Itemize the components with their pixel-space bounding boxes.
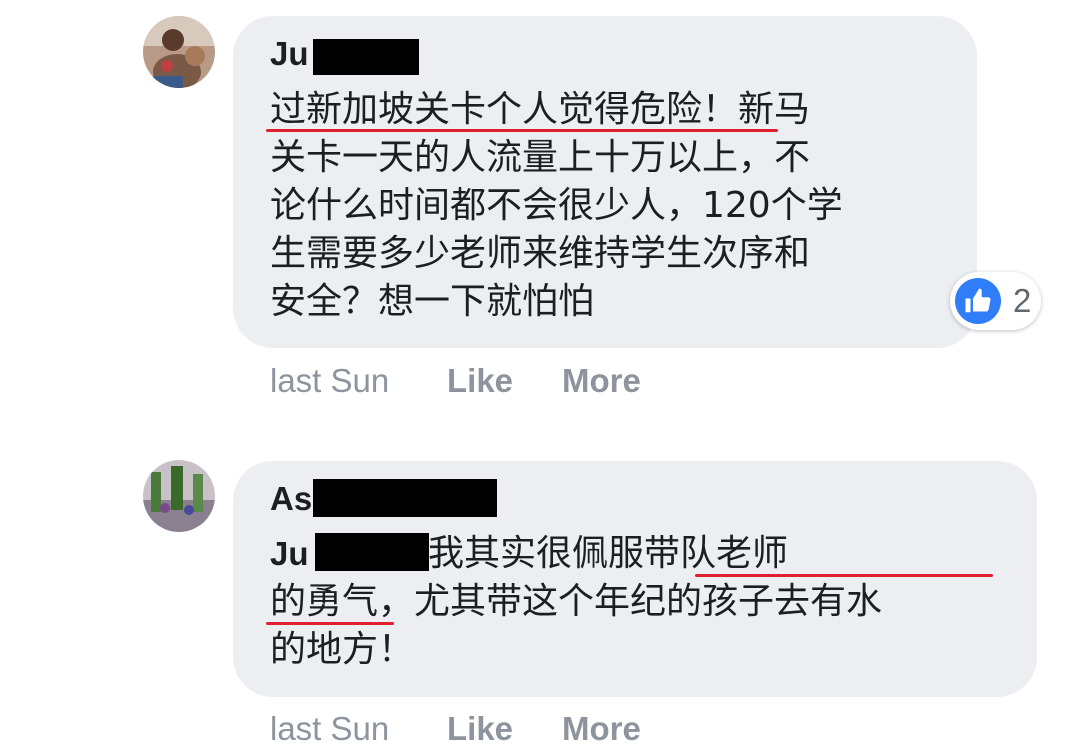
reaction-count-badge[interactable]: 2 [950,272,1042,330]
comment-author[interactable]: As [270,479,312,519]
like-button[interactable]: Like [447,362,513,400]
red-underline [266,622,394,625]
redaction-bar [315,533,429,571]
comment-line: 关卡一天的人流量上十万以上，不 [270,137,811,178]
comment-timestamp[interactable]: last Sun [270,362,389,400]
more-button[interactable]: More [562,362,641,400]
comment-line: 安全？想一下就怕怕 [270,281,595,322]
thumbs-up-icon [955,278,1001,324]
avatar-photo [143,16,215,88]
avatar[interactable] [143,460,215,532]
comment-thread: Ju 过新加坡关卡个人觉得危险！新马 关卡一天的人流量上十万以上，不 论什么时间… [0,0,1073,752]
comment-timestamp[interactable]: last Sun [270,710,389,748]
red-underline [695,574,993,577]
comment-line: 过新加坡关卡个人觉得危险！新马 [270,89,811,130]
red-underline [266,129,778,132]
avatar[interactable] [143,16,215,88]
comment-line: 生需要多少老师来维持学生次序和 [270,233,811,274]
avatar-photo [143,460,215,532]
more-button[interactable]: More [562,710,641,748]
redaction-bar [313,39,419,75]
reaction-count: 2 [1013,282,1032,319]
comment-line: 论什么时间都不会很少人，120个学 [270,185,843,226]
comment-author[interactable]: Ju [270,34,309,74]
mention-tag[interactable]: Ju [270,535,309,572]
redaction-bar [313,479,497,517]
like-button[interactable]: Like [447,710,513,748]
comment-line: 的地方！ [270,629,415,670]
comment-line: 的勇气，尤其带这个年纪的孩子去有水 [270,581,883,622]
comment-text: 过新加坡关卡个人觉得危险！新马 关卡一天的人流量上十万以上，不 论什么时间都不会… [270,86,843,326]
